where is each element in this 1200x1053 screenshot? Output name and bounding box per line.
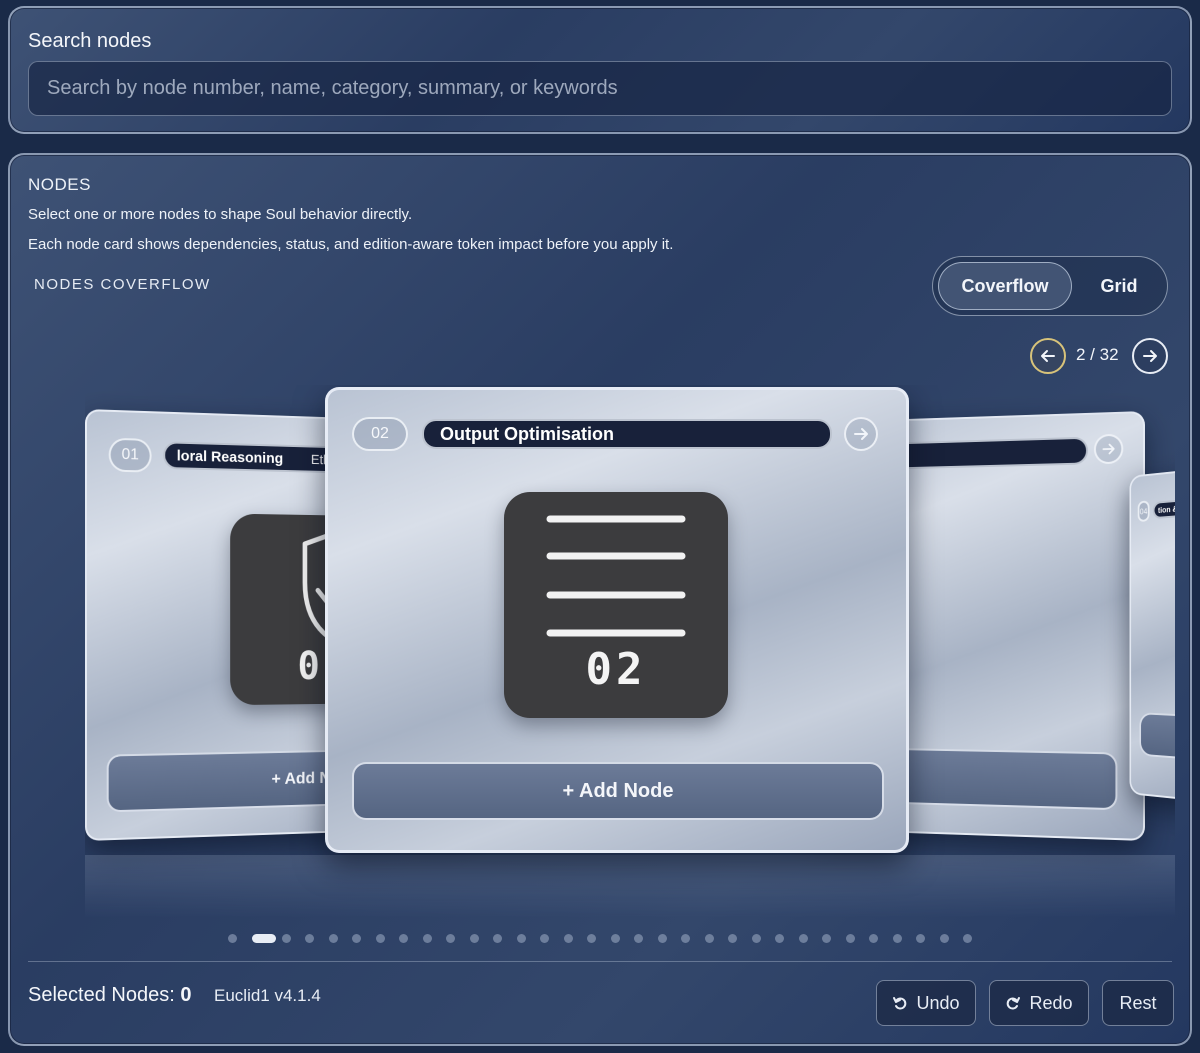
undo-icon bbox=[893, 997, 907, 1010]
previous-node-button[interactable] bbox=[1030, 338, 1066, 374]
version-label: Euclid1 v4.1.4 bbox=[214, 986, 321, 1005]
pagination-dot[interactable] bbox=[681, 934, 690, 943]
pagination-dot[interactable] bbox=[352, 934, 361, 943]
node-card-04[interactable]: 04 tion & T bbox=[1129, 465, 1175, 805]
rest-button[interactable]: Rest bbox=[1102, 980, 1174, 1026]
open-node-button[interactable] bbox=[1093, 433, 1124, 465]
pagination-dot[interactable] bbox=[469, 934, 479, 943]
pagination-dot[interactable] bbox=[516, 934, 526, 943]
undo-label: Undo bbox=[916, 992, 960, 1013]
search-panel: Search nodes bbox=[8, 6, 1192, 134]
pagination-dot[interactable] bbox=[869, 934, 878, 943]
search-input[interactable] bbox=[28, 61, 1172, 116]
pagination-dot[interactable] bbox=[587, 934, 596, 943]
pagination-dot[interactable] bbox=[251, 934, 276, 943]
next-node-button[interactable] bbox=[1132, 338, 1168, 374]
redo-label: Redo bbox=[1029, 992, 1073, 1013]
pagination-dot[interactable] bbox=[916, 934, 925, 943]
coverflow-toggle-button[interactable]: Coverflow bbox=[938, 262, 1072, 310]
node-icon-tile: 02 bbox=[504, 492, 728, 718]
node-number: 01 bbox=[108, 437, 152, 473]
redo-button[interactable]: Redo bbox=[989, 980, 1089, 1026]
pagination-dot[interactable] bbox=[798, 934, 808, 943]
pager-count: 2 / 32 bbox=[1076, 345, 1119, 364]
pagination-dot[interactable] bbox=[540, 934, 549, 943]
nodes-description-2: Each node card shows dependencies, statu… bbox=[28, 236, 674, 253]
pagination-dot[interactable] bbox=[775, 934, 784, 943]
pagination-dot[interactable] bbox=[751, 934, 761, 943]
pagination-dot[interactable] bbox=[822, 934, 831, 943]
coverflow-reflection bbox=[85, 855, 1175, 917]
pagination-dot[interactable] bbox=[375, 934, 385, 943]
pagination-dot[interactable] bbox=[446, 934, 455, 943]
pagination-dot[interactable] bbox=[610, 934, 620, 943]
pagination-dot[interactable] bbox=[328, 934, 338, 943]
coverflow-label: NODES COVERFLOW bbox=[34, 276, 211, 293]
pagination-dot[interactable] bbox=[281, 934, 291, 943]
view-toggle: Coverflow Grid bbox=[932, 256, 1168, 316]
node-number: 04 bbox=[1137, 500, 1150, 523]
nodes-panel: NODES Select one or more nodes to shape … bbox=[8, 153, 1192, 1046]
pagination-dot[interactable] bbox=[704, 934, 714, 943]
open-node-button[interactable] bbox=[844, 417, 878, 451]
pagination-dot[interactable] bbox=[634, 934, 643, 943]
tile-number: 02 bbox=[585, 644, 647, 695]
pagination-dot[interactable] bbox=[228, 934, 237, 943]
lines-icon bbox=[546, 515, 686, 637]
divider bbox=[28, 961, 1172, 962]
pagination-dot[interactable] bbox=[305, 934, 314, 943]
arrow-right-icon bbox=[854, 428, 868, 440]
selected-nodes: Selected Nodes: 0 bbox=[28, 984, 191, 1007]
redo-icon bbox=[1007, 997, 1021, 1010]
pagination-dot[interactable] bbox=[845, 934, 855, 943]
node-title-text: loral Reasoning bbox=[176, 447, 284, 467]
pagination-dot[interactable] bbox=[422, 934, 432, 943]
search-label: Search nodes bbox=[28, 30, 152, 52]
add-node-button[interactable] bbox=[1139, 712, 1175, 764]
node-card-02[interactable]: 02 Output Optimisation 02 + Add Node bbox=[325, 387, 909, 853]
pagination-dot[interactable] bbox=[399, 934, 408, 943]
selected-nodes-label: Selected Nodes: bbox=[28, 984, 175, 1006]
add-node-button[interactable]: + Add Node bbox=[352, 762, 884, 820]
pagination-dot[interactable] bbox=[493, 934, 502, 943]
pagination-dot[interactable] bbox=[657, 934, 667, 943]
node-number: 02 bbox=[352, 417, 408, 451]
grid-toggle-button[interactable]: Grid bbox=[1075, 262, 1163, 310]
pagination-dot[interactable] bbox=[728, 934, 737, 943]
selected-nodes-count: 0 bbox=[180, 984, 192, 1006]
pagination-dot[interactable] bbox=[939, 934, 949, 943]
nodes-description-1: Select one or more nodes to shape Soul b… bbox=[28, 206, 413, 223]
pagination-dot[interactable] bbox=[963, 934, 972, 943]
arrow-right-icon bbox=[1101, 441, 1117, 457]
node-title: Output Optimisation bbox=[422, 419, 832, 449]
node-title: tion & T bbox=[1152, 492, 1175, 520]
nodes-heading: NODES bbox=[28, 175, 91, 194]
coverflow-stage: 01 loral Reasoning Eth 0 + Add N 04 tion… bbox=[85, 385, 1175, 917]
arrow-right-icon bbox=[1143, 350, 1157, 362]
arrow-left-icon bbox=[1041, 350, 1055, 362]
pagination-dot[interactable] bbox=[892, 934, 902, 943]
pagination-dot[interactable] bbox=[563, 934, 573, 943]
undo-button[interactable]: Undo bbox=[876, 980, 976, 1026]
